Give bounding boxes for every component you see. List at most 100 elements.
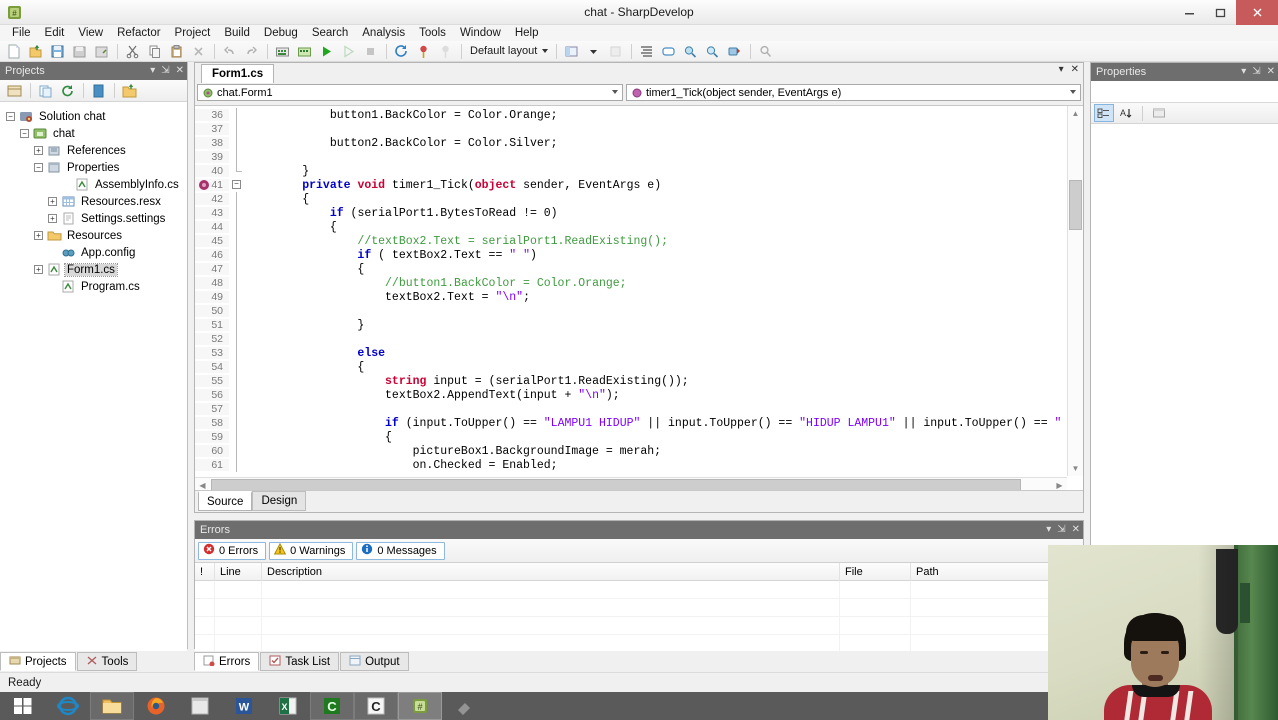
code-line[interactable]: 42 { (195, 192, 1067, 206)
filter-messages-button[interactable]: 0 Messages (356, 541, 445, 560)
misc-icon[interactable] (442, 692, 486, 720)
layout-selector[interactable]: Default layout (466, 42, 552, 60)
find-icon[interactable] (680, 42, 701, 61)
column-file[interactable]: File (840, 562, 911, 581)
build-all-icon[interactable] (294, 42, 315, 61)
layout-icon[interactable] (561, 42, 582, 61)
file-explorer-icon[interactable] (90, 692, 134, 720)
solution-tree[interactable]: − Solution chat − chat + References − Pr… (0, 102, 187, 665)
tree-node-program[interactable]: Program.cs (4, 278, 187, 295)
menu-project[interactable]: Project (168, 25, 218, 41)
build-icon[interactable] (272, 42, 293, 61)
panel-menu-icon[interactable]: ▾ (1241, 67, 1246, 77)
excel-icon[interactable]: X (266, 692, 310, 720)
fold-column[interactable] (229, 220, 243, 234)
expander-plus-icon[interactable]: + (34, 146, 43, 155)
fold-column[interactable] (229, 430, 243, 444)
tab-list-icon[interactable]: ▾ (1059, 65, 1064, 75)
close-icon[interactable]: ✕ (176, 66, 184, 76)
fold-collapse-icon[interactable]: − (232, 180, 241, 189)
fold-column[interactable] (229, 122, 243, 136)
bookmark-icon[interactable] (724, 42, 745, 61)
fold-column[interactable] (229, 234, 243, 248)
fold-column[interactable] (229, 402, 243, 416)
delete-icon[interactable] (188, 42, 209, 61)
code-line[interactable]: 41− private void timer1_Tick(object send… (195, 178, 1067, 192)
code-line[interactable]: 36 button1.BackColor = Color.Orange; (195, 108, 1067, 122)
code-line[interactable]: 52 (195, 332, 1067, 346)
refresh-icon[interactable] (391, 42, 412, 61)
paste-icon[interactable] (166, 42, 187, 61)
fold-column[interactable] (229, 192, 243, 206)
expander-plus-icon[interactable]: + (34, 265, 43, 274)
fold-column[interactable] (229, 318, 243, 332)
close-icon[interactable]: ✕ (1072, 525, 1080, 535)
fold-column[interactable] (229, 444, 243, 458)
expander-minus-icon[interactable]: − (20, 129, 29, 138)
fold-column[interactable] (229, 108, 243, 122)
expander-minus-icon[interactable]: − (34, 163, 43, 172)
filter-errors-button[interactable]: 0 Errors (198, 541, 267, 560)
copy-icon[interactable] (144, 42, 165, 61)
code-line[interactable]: 38 button2.BackColor = Color.Silver; (195, 136, 1067, 150)
close-button[interactable] (1236, 0, 1278, 25)
code-line[interactable]: 43 if (serialPort1.BytesToRead != 0) (195, 206, 1067, 220)
tree-node-assemblyinfo[interactable]: AssemblyInfo.cs (4, 176, 187, 193)
fold-column[interactable] (229, 206, 243, 220)
format-icon[interactable] (636, 42, 657, 61)
layout-dropdown-icon[interactable] (583, 42, 604, 61)
code-line[interactable]: 60 pictureBox1.BackgroundImage = merah; (195, 444, 1067, 458)
code-line[interactable]: 55 string input = (serialPort1.ReadExist… (195, 374, 1067, 388)
code-line[interactable]: 44 { (195, 220, 1067, 234)
code-line[interactable]: 47 { (195, 262, 1067, 276)
tree-node-solution[interactable]: − Solution chat (4, 108, 187, 125)
code-surface[interactable]: 36 button1.BackColor = Color.Orange; 37 38… (195, 105, 1083, 492)
internet-explorer-icon[interactable] (46, 692, 90, 720)
scroll-up-icon[interactable]: ▲ (1068, 106, 1083, 121)
undo-icon[interactable] (219, 42, 240, 61)
column-line[interactable]: Line (215, 562, 262, 581)
menu-help[interactable]: Help (508, 25, 546, 41)
categorized-icon[interactable] (1094, 104, 1114, 122)
tree-node-project[interactable]: − chat (4, 125, 187, 142)
alphabetical-icon[interactable]: A (1116, 104, 1136, 122)
view-class-icon[interactable] (88, 82, 108, 100)
expander-minus-icon[interactable]: − (6, 112, 15, 121)
property-pages-icon[interactable] (1149, 104, 1169, 122)
code-line[interactable]: 45 //textBox2.Text = serialPort1.ReadExi… (195, 234, 1067, 248)
fold-column[interactable] (229, 458, 243, 472)
new-file-icon[interactable] (3, 42, 24, 61)
code-line[interactable]: 40 } (195, 164, 1067, 178)
scroll-down-icon[interactable]: ▼ (1068, 461, 1083, 476)
tab-design[interactable]: Design (252, 491, 307, 511)
fold-column[interactable] (229, 248, 243, 262)
menu-analysis[interactable]: Analysis (355, 25, 412, 41)
tab-source[interactable]: Source (198, 491, 253, 511)
expander-plus-icon[interactable]: + (34, 231, 43, 240)
menu-debug[interactable]: Debug (257, 25, 305, 41)
dock-tab-projects[interactable]: Projects (0, 652, 76, 671)
table-row[interactable] (195, 599, 1083, 617)
start-button[interactable] (0, 692, 46, 720)
dock-tab-tasklist[interactable]: Task List (260, 652, 340, 671)
new-folder-icon[interactable] (119, 82, 139, 100)
pin-icon[interactable]: ⇲ (1252, 67, 1260, 77)
save-all-icon[interactable] (47, 42, 68, 61)
fold-column[interactable] (229, 416, 243, 430)
menu-search[interactable]: Search (305, 25, 355, 41)
fold-column[interactable] (229, 304, 243, 318)
green-c-icon[interactable]: C (310, 692, 354, 720)
fold-column[interactable] (229, 290, 243, 304)
menu-window[interactable]: Window (453, 25, 508, 41)
white-c-icon[interactable]: C (354, 692, 398, 720)
code-line[interactable]: 58 if (input.ToUpper() == "LAMPU1 HIDUP"… (195, 416, 1067, 430)
properties-icon[interactable] (4, 82, 24, 100)
table-row[interactable] (195, 617, 1083, 635)
dock-tab-output[interactable]: Output (340, 652, 409, 671)
find-next-icon[interactable] (702, 42, 723, 61)
fold-column[interactable] (229, 346, 243, 360)
fold-column[interactable] (229, 262, 243, 276)
fold-column[interactable] (229, 276, 243, 290)
close-icon[interactable]: ✕ (1267, 67, 1275, 77)
code-line[interactable]: 53 else (195, 346, 1067, 360)
